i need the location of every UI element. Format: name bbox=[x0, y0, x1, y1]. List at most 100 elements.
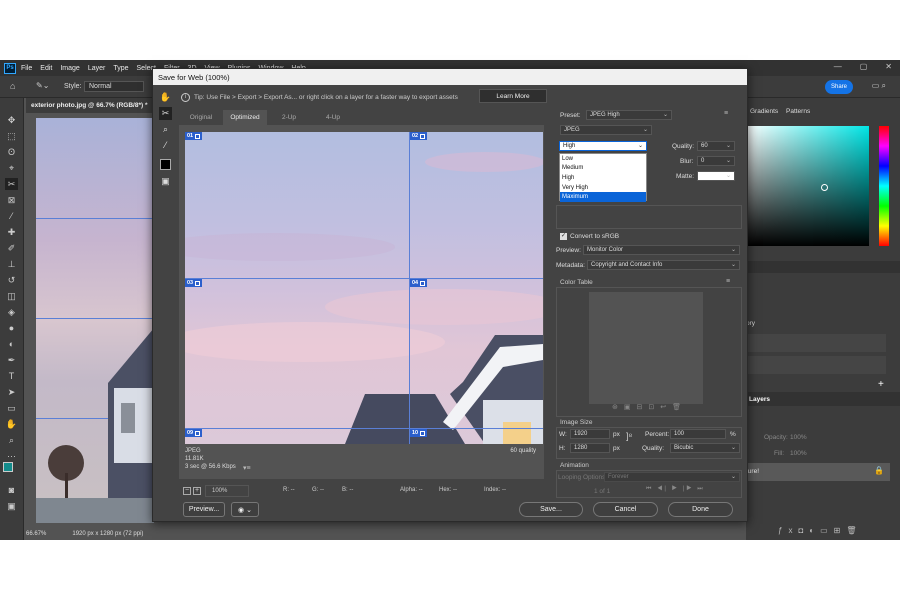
tab-2-up[interactable]: 2-Up bbox=[267, 110, 311, 125]
marquee-tool-icon[interactable]: ⬚ bbox=[5, 130, 18, 142]
home-icon[interactable]: ⌂ bbox=[10, 81, 15, 91]
shape-tool-icon[interactable]: ▭ bbox=[5, 402, 18, 414]
color-picker-cursor[interactable] bbox=[821, 184, 828, 191]
layer-actions-icons[interactable]: ƒx◘◐▭⊞🗑 bbox=[778, 526, 863, 535]
slice-label[interactable]: 09 bbox=[185, 429, 203, 437]
optimize-menu-icon[interactable]: ≡ bbox=[724, 110, 728, 117]
zoom-out-icon[interactable]: − bbox=[183, 487, 191, 495]
more-tools-icon[interactable]: ··· bbox=[5, 450, 18, 462]
slice-label[interactable]: 02 bbox=[410, 132, 428, 140]
convert-srgb-checkbox[interactable]: ✓ bbox=[560, 233, 567, 240]
frame-tool-icon[interactable]: ⊠ bbox=[5, 194, 18, 206]
zoom-in-icon[interactable]: + bbox=[193, 487, 201, 495]
move-tool-icon[interactable]: ✥ bbox=[5, 114, 18, 126]
metadata-select[interactable]: Copyright and Contact Info ⌄ bbox=[587, 260, 740, 270]
fill-value[interactable]: 100% bbox=[790, 450, 807, 457]
tab-optimized[interactable]: Optimized bbox=[223, 110, 267, 125]
slice-tool-icon[interactable]: ✂ bbox=[5, 178, 18, 190]
save-button[interactable]: Save... bbox=[519, 502, 583, 517]
preview-button[interactable]: Preview... bbox=[183, 502, 225, 517]
dodge-icon[interactable]: ◐ bbox=[5, 338, 18, 350]
slice-label[interactable]: 10 bbox=[410, 429, 428, 437]
hand-tool-icon[interactable]: ✋ bbox=[159, 91, 172, 104]
share-button[interactable]: Share bbox=[825, 80, 853, 94]
gradients-tab[interactable]: Gradients bbox=[750, 108, 778, 115]
color-table-menu-icon[interactable]: ≡ bbox=[726, 278, 730, 285]
stamp-icon[interactable]: ⊥ bbox=[5, 258, 18, 270]
lasso-tool-icon[interactable]: ʘ bbox=[5, 146, 18, 158]
patterns-tab[interactable]: Patterns bbox=[786, 108, 810, 115]
zoom-tool-icon[interactable]: ⌕ bbox=[159, 123, 172, 136]
minimize-button[interactable]: — bbox=[834, 62, 842, 71]
menu-file[interactable]: File bbox=[21, 65, 32, 72]
eyedropper-icon[interactable]: ⁄ bbox=[5, 210, 18, 222]
eraser-icon[interactable]: ◫ bbox=[5, 290, 18, 302]
slice-label[interactable]: 03 bbox=[185, 279, 203, 287]
done-button[interactable]: Done bbox=[668, 502, 733, 517]
foreground-color-swatch[interactable] bbox=[3, 462, 13, 472]
opacity-value[interactable]: 100% bbox=[790, 434, 807, 441]
link-icon[interactable]: ]⁸ bbox=[626, 431, 632, 441]
browser-select-icon[interactable]: ◉ ⌄ bbox=[231, 502, 259, 517]
healing-icon[interactable]: ✚ bbox=[5, 226, 18, 238]
screen-mode-icon[interactable]: ▣ bbox=[5, 500, 18, 512]
zoom-level-select[interactable]: 100% bbox=[205, 485, 249, 497]
history-row[interactable] bbox=[746, 356, 886, 374]
option-maximum[interactable]: Maximum bbox=[560, 192, 646, 202]
eyedropper-icon[interactable]: ⁄ bbox=[159, 139, 172, 152]
animation-controls-icons[interactable]: ⏮ ◀| ▶ |▶ ⏭ bbox=[646, 486, 705, 493]
menu-image[interactable]: Image bbox=[60, 65, 79, 72]
option-low[interactable]: Low bbox=[560, 154, 646, 164]
optimized-image-preview[interactable]: 01 02 03 04 09 10 bbox=[185, 132, 543, 444]
workspace-icon[interactable]: ▭ ⌕ bbox=[872, 81, 886, 91]
option-medium[interactable]: Medium bbox=[560, 164, 646, 174]
preset-select[interactable]: JPEG High ⌄ bbox=[586, 110, 672, 120]
width-input[interactable]: 1920 bbox=[570, 429, 610, 439]
quality-level-select[interactable]: High ⌄ bbox=[559, 141, 647, 151]
tab-original[interactable]: Original bbox=[179, 110, 223, 125]
history-brush-icon[interactable]: ↺ bbox=[5, 274, 18, 286]
type-tool-icon[interactable]: T bbox=[5, 370, 18, 382]
format-select[interactable]: JPEG ⌄ bbox=[560, 125, 652, 135]
brush-preset-icon[interactable]: ✎⌄ bbox=[36, 81, 49, 90]
close-window-button[interactable]: ✕ bbox=[885, 62, 892, 71]
blur-icon[interactable]: ● bbox=[5, 322, 18, 334]
bucket-icon[interactable]: ◈ bbox=[5, 306, 18, 318]
color-table-actions-icons[interactable]: ⊛▣⊟⊡↩🗑 bbox=[612, 403, 687, 411]
hand-tool-icon[interactable]: ✋ bbox=[5, 418, 18, 430]
zoom-tool-icon[interactable]: ⌕ bbox=[5, 434, 18, 446]
maximize-button[interactable]: ▢ bbox=[860, 62, 868, 71]
option-high[interactable]: High bbox=[560, 173, 646, 183]
history-row[interactable] bbox=[746, 334, 886, 352]
add-icon[interactable]: + bbox=[878, 379, 884, 390]
resample-select[interactable]: Bicubic ⌄ bbox=[670, 443, 740, 453]
preview-select[interactable]: Monitor Color ⌄ bbox=[583, 245, 740, 255]
layers-tab[interactable]: Layers bbox=[749, 396, 770, 403]
quick-mask-icon[interactable]: ◙ bbox=[5, 484, 18, 496]
slice-label[interactable]: 01 bbox=[185, 132, 203, 140]
info-menu-icon[interactable]: ▾≡ bbox=[243, 464, 251, 472]
menu-layer[interactable]: Layer bbox=[88, 65, 106, 72]
cancel-button[interactable]: Cancel bbox=[593, 502, 658, 517]
style-select[interactable]: Normal bbox=[84, 81, 144, 92]
tab-4-up[interactable]: 4-Up bbox=[311, 110, 355, 125]
toggle-slices-icon[interactable]: ▣ bbox=[159, 175, 172, 188]
percent-input[interactable]: 100 bbox=[670, 429, 726, 439]
quick-select-icon[interactable]: ⌖ bbox=[5, 162, 18, 174]
blur-input[interactable]: 0 ⌄ bbox=[697, 156, 735, 166]
learn-more-button[interactable]: Learn More bbox=[479, 89, 547, 103]
layer-row[interactable]: ture! 🔒 bbox=[746, 463, 890, 481]
pen-icon[interactable]: ✒ bbox=[5, 354, 18, 366]
option-very-high[interactable]: Very High bbox=[560, 183, 646, 193]
zoom-status[interactable]: 66.67% bbox=[26, 531, 46, 537]
slice-select-icon[interactable]: ✂ bbox=[159, 107, 172, 120]
document-canvas[interactable] bbox=[36, 118, 154, 523]
path-select-icon[interactable]: ➤ bbox=[5, 386, 18, 398]
slice-label[interactable]: 04 bbox=[410, 279, 428, 287]
document-tab[interactable]: exterior photo.jpg @ 66.7% (RGB/8*) * bbox=[26, 98, 156, 113]
matte-select[interactable]: ⌄ bbox=[697, 171, 735, 181]
color-picker-field[interactable] bbox=[746, 126, 869, 246]
looping-select[interactable]: Forever ⌄ bbox=[604, 472, 740, 482]
quality-input[interactable]: 60 ⌄ bbox=[697, 141, 735, 151]
brush-icon[interactable]: ✐ bbox=[5, 242, 18, 254]
